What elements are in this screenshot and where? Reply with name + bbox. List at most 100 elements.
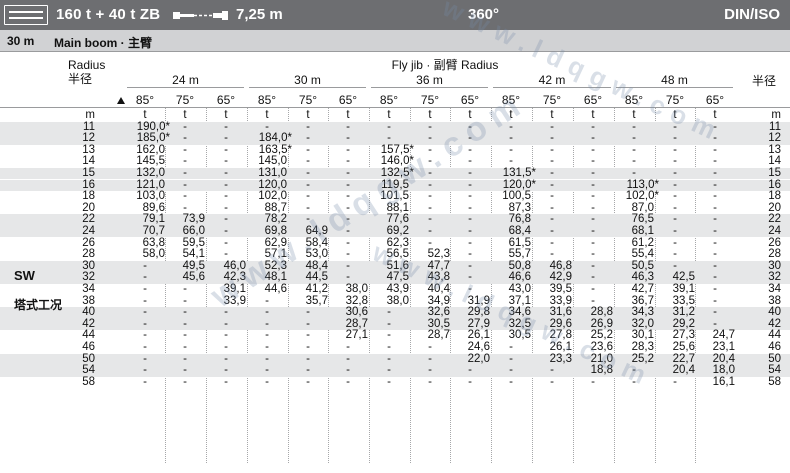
load-cell: 53,0 (305, 248, 328, 261)
load-cell: - (428, 375, 432, 388)
load-cell: - (387, 132, 391, 145)
jib-angle-header: 65° (216, 93, 236, 107)
table-row: 18 103,0- -102,0- -101,5- -100,5- -102,0* - -18 (0, 190, 790, 203)
load-cell: t (509, 108, 513, 121)
load-cell: 30,6 (345, 306, 368, 319)
jib-length-4: 48 m (658, 74, 691, 87)
radius-cell-right: 12 (768, 132, 781, 145)
load-cell: 38,0 (345, 282, 368, 295)
load-cell: t (306, 108, 310, 121)
load-cell: - (224, 248, 228, 261)
load-cell: 55,7 (508, 248, 531, 261)
load-cell: t (143, 108, 147, 121)
load-cell: 69,8 (264, 224, 287, 237)
jib-angle-header: 65° (583, 93, 603, 107)
radius-cell: 12 (82, 132, 95, 145)
radius-cell: 28 (82, 248, 95, 261)
radius-cell: 46 (82, 340, 95, 353)
load-cell: 54,1 (182, 248, 205, 261)
jib-angle-header: 65° (705, 93, 725, 107)
load-cell: - (550, 248, 554, 261)
load-cell: t (713, 108, 717, 121)
radius-cell-right: 54 (768, 364, 781, 377)
units-row: mtttttttttttttttm (0, 108, 790, 122)
load-cell: 34,6 (508, 306, 531, 319)
radius-cell: 34 (82, 282, 95, 295)
jib-length-2: 36 m (413, 74, 446, 87)
header-bar: 160 t + 40 t ZB 7,25 m 360° DIN/ISO (0, 0, 790, 30)
load-cell: t (632, 108, 636, 121)
load-cell: - (387, 375, 391, 388)
load-cell: 34,3 (631, 306, 654, 319)
jib-angle-header: 85° (135, 93, 155, 107)
table-row: 12 185,0* - -184,0* - - - - - - - - - - -12 (0, 132, 790, 145)
load-cell: 184,0* (258, 132, 292, 145)
load-cell: 24,6 (467, 340, 490, 353)
jib-length-0: 24 m (169, 74, 202, 87)
load-cell: 29,8 (467, 306, 490, 319)
mode-code: SW (14, 268, 35, 283)
load-cell: 23,1 (712, 340, 735, 353)
jib-angle-header: 85° (624, 93, 644, 107)
load-cell: - (509, 375, 513, 388)
load-cell: 185,0* (136, 132, 170, 145)
mode-label-cn: 塔式工况 (14, 298, 63, 312)
table-row: 46- - - - - - - -24,6-26,1 23,6 28,3 25,6 23,1 46 (0, 340, 790, 354)
load-cell: t (387, 108, 391, 121)
load-cell: - (346, 375, 350, 388)
table-row: 15 132,0- -131,0- -132,5* - -131,5* - - - - -15 (0, 166, 790, 180)
radius-cell-right: m (771, 108, 781, 121)
boom-length: 7,25 m (236, 6, 283, 23)
load-cell: - (224, 375, 228, 388)
load-cell: 28,8 (590, 306, 613, 319)
load-cell: 131,0 (258, 166, 287, 179)
radius-cell: m (85, 108, 95, 121)
radius-cell-right: 40 (768, 306, 781, 319)
jib-group-rule (249, 87, 366, 88)
load-cell: 39,1 (223, 282, 246, 295)
table-row: 38- -33,9-35,7 32,8 38,0 34,9 31,9 37,1 33,9-36… (0, 295, 790, 308)
table-row: 40- - - - -30,6-32,6 29,8 34,6 31,6 28,8 34,3 31,2… (0, 306, 790, 319)
jib-angle-header: 85° (501, 93, 521, 107)
load-cell: 132,0 (136, 166, 165, 179)
load-cell: 101,5 (380, 190, 409, 203)
chart-logo-icon (4, 5, 48, 25)
load-cell: - (183, 375, 187, 388)
load-cell: 25,6 (672, 340, 695, 353)
crane-configuration: 160 t + 40 t ZB (56, 6, 161, 23)
radius-cell: 18 (82, 190, 95, 203)
jib-angle-header: 75° (665, 93, 685, 107)
load-cell: 66,0 (182, 224, 205, 237)
load-cell: 32,6 (427, 306, 450, 319)
load-cell: 102,0 (258, 190, 287, 203)
load-cell: 42,7 (631, 282, 654, 295)
table-row: 42- - - - -28,7-30,5 27,9 32,5 29,6 26,9 32,0 29,2… (0, 318, 790, 331)
table-row: 11 190,0* - - - - - - - - - - - - - -11 (0, 121, 790, 134)
fly-jib-title: Fly jib · 副臂 Radius (391, 58, 499, 72)
load-cell: t (550, 108, 554, 121)
load-cell: - (632, 166, 636, 179)
load-cell: t (468, 108, 472, 121)
section-bar: 30 m Main boom · 主臂 (0, 30, 790, 52)
load-cell: 100,5 (502, 190, 531, 203)
load-cell: t (673, 108, 677, 121)
jib-length-3: 42 m (535, 74, 569, 87)
table-row: 28 58,0 54,1-57,1 53,0-56,5 52,3-55,7- -55,4-… (0, 248, 790, 261)
jib-length-1: 30 m (291, 74, 324, 87)
load-cell: t (265, 108, 269, 121)
boom-extension-icon (173, 11, 228, 20)
load-cell: 39,5 (549, 282, 572, 295)
radius-cell-right: 24 (768, 224, 781, 237)
radius-label-right-cn: 半径 (752, 74, 777, 88)
load-cell: 69,2 (386, 224, 409, 237)
jib-group-rule (493, 87, 611, 88)
load-cell: 31,2 (672, 306, 695, 319)
load-cell: - (265, 375, 269, 388)
load-cell: 103,0 (136, 190, 165, 203)
load-cell: 131,5* (502, 166, 536, 179)
load-cell: 102,0* (625, 190, 659, 203)
main-boom-length: 30 m (7, 34, 35, 48)
table-row: 34- -39,1 44,6 41,2 38,0 43,9 40,4-43,0 39,5-42… (0, 282, 790, 296)
load-cell: - (550, 375, 554, 388)
load-cell: t (428, 108, 432, 121)
